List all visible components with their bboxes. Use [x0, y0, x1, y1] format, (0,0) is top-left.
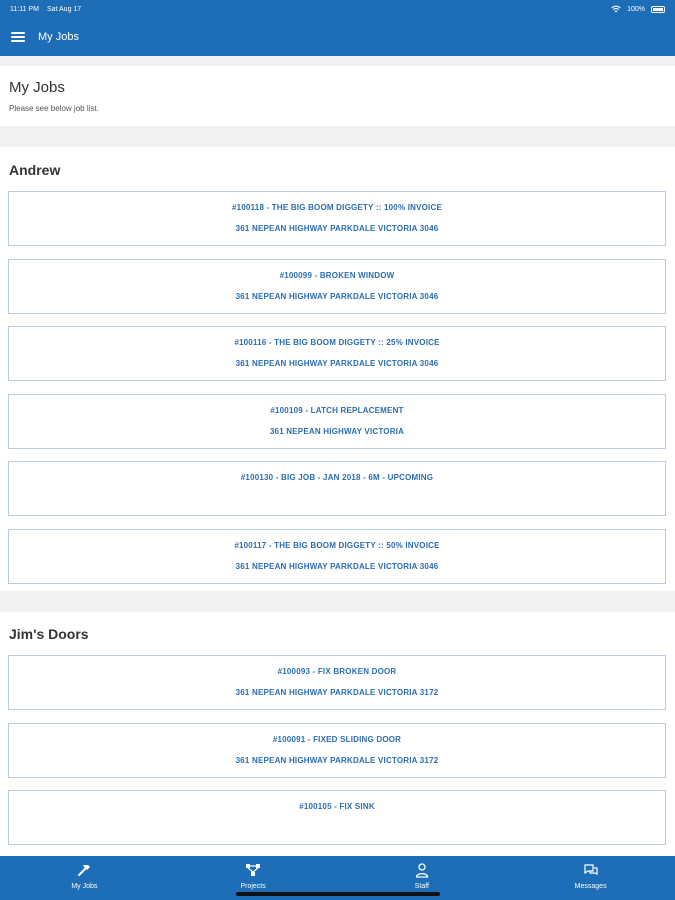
network-icon [246, 864, 261, 876]
status-bar: 11:11 PM Sat Aug 17 100% [0, 0, 675, 18]
section-jims-doors: Jim's Doors #100093 - FIX BROKEN DOOR 36… [0, 612, 675, 856]
wifi-icon [611, 5, 621, 13]
battery-percent: 100% [627, 5, 645, 13]
page-subtitle: Please see below job list. [9, 104, 99, 113]
job-title: #100130 - BIG JOB - JAN 2018 - 6M - UPCO… [240, 473, 434, 482]
status-time: 11:11 PM [10, 5, 39, 13]
job-card[interactable]: #100099 - BROKEN WINDOW 361 NEPEAN HIGHW… [8, 259, 666, 314]
job-card[interactable]: #100117 - THE BIG BOOM DIGGETY :: 50% IN… [8, 529, 666, 584]
chat-bubbles-icon [584, 864, 598, 875]
job-title: #100093 - FIX BROKEN DOOR [277, 667, 397, 676]
job-address: 361 NEPEAN HIGHWAY PARKDALE VICTORIA 304… [235, 292, 439, 301]
job-card[interactable]: #100118 - THE BIG BOOM DIGGETY :: 100% I… [8, 191, 666, 246]
job-address: 361 NEPEAN HIGHWAY VICTORIA [269, 427, 405, 436]
tab-label: My Jobs [71, 883, 98, 890]
nav-title: My Jobs [38, 31, 79, 43]
status-right: 100% [611, 5, 665, 13]
tab-label: Projects [240, 883, 266, 890]
job-address: 361 NEPEAN HIGHWAY PARKDALE VICTORIA 304… [235, 359, 439, 368]
job-card[interactable]: #100109 - LATCH REPLACEMENT 361 NEPEAN H… [8, 394, 666, 449]
user-icon [415, 863, 429, 878]
section-andrew: Andrew #100118 - THE BIG BOOM DIGGETY ::… [0, 147, 675, 591]
tab-messages[interactable]: Messages [506, 856, 675, 900]
job-address: 361 NEPEAN HIGHWAY PARKDALE VICTORIA 317… [235, 688, 439, 697]
battery-icon [651, 5, 665, 13]
job-address: 361 NEPEAN HIGHWAY PARKDALE VICTORIA 304… [235, 224, 439, 233]
page-header: My Jobs Please see below job list. [0, 66, 675, 126]
section-title: Andrew [9, 162, 61, 178]
tab-label: Staff [414, 883, 430, 890]
section-title: Jim's Doors [9, 626, 89, 642]
job-title: #100116 - THE BIG BOOM DIGGETY :: 25% IN… [234, 338, 440, 347]
job-title: #100109 - LATCH REPLACEMENT [270, 406, 404, 415]
job-address: 361 NEPEAN HIGHWAY PARKDALE VICTORIA 317… [235, 756, 439, 765]
job-title: #100091 - FIXED SLIDING DOOR [272, 735, 402, 744]
status-date: Sat Aug 17 [46, 5, 82, 13]
job-title: #100099 - BROKEN WINDOW [279, 271, 395, 280]
job-card[interactable]: #100130 - BIG JOB - JAN 2018 - 6M - UPCO… [8, 461, 666, 516]
job-title: #100105 - FIX SINK [299, 802, 375, 811]
job-address: 361 NEPEAN HIGHWAY PARKDALE VICTORIA 304… [235, 562, 439, 571]
hamburger-menu-icon[interactable] [10, 30, 26, 44]
hammer-icon [78, 865, 91, 876]
status-left: 11:11 PM Sat Aug 17 [10, 6, 81, 13]
app-root: 11:11 PM Sat Aug 17 100% My Jobs My Jobs… [0, 0, 675, 900]
page-title: My Jobs [9, 79, 65, 96]
job-card[interactable]: #100116 - THE BIG BOOM DIGGETY :: 25% IN… [8, 326, 666, 381]
job-card[interactable]: #100091 - FIXED SLIDING DOOR 361 NEPEAN … [8, 723, 666, 778]
tab-label: Messages [574, 883, 607, 890]
job-card[interactable]: #100093 - FIX BROKEN DOOR 361 NEPEAN HIG… [8, 655, 666, 710]
tab-my-jobs[interactable]: My Jobs [0, 856, 169, 900]
nav-bar: My Jobs [0, 18, 675, 56]
job-title: #100117 - THE BIG BOOM DIGGETY :: 50% IN… [234, 541, 440, 550]
job-title: #100118 - THE BIG BOOM DIGGETY :: 100% I… [231, 203, 442, 212]
home-indicator[interactable] [236, 892, 440, 896]
job-card[interactable]: #100105 - FIX SINK [8, 790, 666, 845]
